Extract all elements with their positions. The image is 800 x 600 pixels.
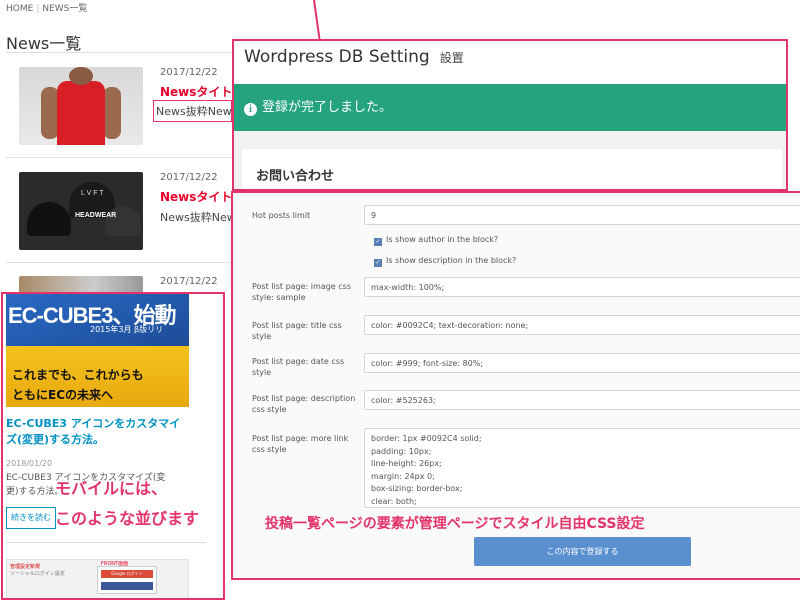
news-list-item[interactable]: 2017/12/22 Newsタイトル News抜粋News <box>0 67 232 162</box>
settings-form: Hot posts limit 9 ✓ Is show author in the… <box>231 191 800 580</box>
mobile-article-date: 2018/01/20 <box>6 459 53 468</box>
show-author-checkbox[interactable]: ✓ Is show author in the block? <box>374 235 498 246</box>
news-date: 2017/12/22 <box>160 172 218 183</box>
banner-tagline: これまでも、これからも <box>12 368 144 382</box>
dialog-title-sub: 設置 <box>439 51 464 65</box>
page-title: News一覧 <box>6 34 82 53</box>
date-css-label: Post list page: date css style <box>252 357 345 377</box>
news-title-link[interactable]: Newsタイトル <box>160 188 232 205</box>
news-thumbnail[interactable] <box>19 67 143 145</box>
more-link-css-textarea[interactable]: border: 1px #0092C4 solid; padding: 10px… <box>364 428 800 508</box>
banner-tagline: ともにECの未来へ <box>12 388 114 402</box>
news-thumbnail[interactable]: L V F T HEADWEAR <box>19 172 143 250</box>
plugin-settings-header: Wordpress DB Setting 設置 i 登録が完了しました。 お問い合わ… <box>232 39 788 191</box>
annotation-line: モバイルには、 <box>55 479 168 498</box>
mobile-article-thumbnail[interactable]: 管理設定新規 ソーシャルログイン設定 FRONT画面 Google ログイン <box>6 559 189 598</box>
news-date: 2017/12/22 <box>160 276 218 287</box>
more-link-css-label: Post list page: more link css style <box>252 434 349 454</box>
title-css-input[interactable]: color: #0092C4; text-decoration: none; <box>364 315 800 335</box>
info-icon: i <box>244 103 257 116</box>
news-excerpt: News抜粋News <box>160 211 232 224</box>
mobile-divider <box>6 542 206 543</box>
checkbox-label: Is show author in the block? <box>386 235 499 244</box>
callout-line <box>313 0 321 40</box>
image-css-label: Post list page: image css style: sample <box>252 282 351 302</box>
mobile-article-title[interactable]: EC-CUBE3 アイコンをカスタマイズ(変更)する方法。 <box>6 416 186 448</box>
news-excerpt: News抜粋News <box>153 100 232 122</box>
news-title-link[interactable]: Newsタイトル <box>160 83 232 100</box>
submit-button[interactable]: この内容で登録する <box>474 537 691 566</box>
form-annotation: 投稿一覧ページの要素が管理ページでスタイル自由CSS設定 <box>265 516 645 532</box>
eccube3-banner[interactable]: EC-CUBE3、始動 2015年3月 β版リリ これまでも、これからも ともに… <box>6 294 189 407</box>
textarea-line: padding: 10px; <box>371 446 432 456</box>
dialog-title: Wordpress DB Setting 設置 <box>244 47 464 67</box>
textarea-line: line-height: 26px; <box>371 459 442 468</box>
breadcrumb-home-link[interactable]: HOME <box>6 4 33 14</box>
mobile-annotation: モバイルには、 このような並びます <box>55 474 199 534</box>
title-divider <box>6 52 232 53</box>
image-css-input[interactable]: max-width: 100%; <box>364 277 800 297</box>
list-divider <box>6 157 232 158</box>
news-list-item[interactable]: L V F THEADWEAR 2017/12/22 Newsタイトル News… <box>0 172 232 267</box>
mobile-preview-panel: EC-CUBE3、始動 2015年3月 β版リリ これまでも、これからも ともに… <box>1 292 225 600</box>
show-description-checkbox[interactable]: ✓ Is show description in the block? <box>374 256 516 267</box>
thumb-front-label: FRONT画面 <box>101 561 129 567</box>
date-css-input[interactable]: color: #999; font-size: 80%; <box>364 353 800 373</box>
title-css-label: Post list page: title css style <box>252 321 342 341</box>
success-message: 登録が完了しました。 <box>262 100 393 115</box>
read-more-button[interactable]: 続きを読む <box>6 507 56 529</box>
thumb-caption: ソーシャルログイン設定 <box>10 571 65 577</box>
banner-subline: 2015年3月 β版リリ <box>90 325 164 334</box>
list-divider <box>6 262 232 263</box>
textarea-line: clear: both; <box>371 496 417 506</box>
checkbox-label: Is show description in the block? <box>386 256 517 265</box>
description-css-label: Post list page: description css style <box>252 394 356 414</box>
hot-posts-input[interactable]: 9 <box>364 205 800 225</box>
thumb-google-button: Google ログイン <box>101 570 153 578</box>
textarea-line: box-sizing: border-box; <box>371 484 463 493</box>
description-css-input[interactable]: color: #525263; <box>364 390 800 410</box>
thumb-facebook-button <box>101 582 153 590</box>
textarea-line: margin: 24px 0; <box>371 471 435 481</box>
breadcrumb-current: NEWS一覧 <box>42 4 88 14</box>
thumb-caption: 管理設定新規 <box>10 564 41 570</box>
section-title: お問い合わせ <box>256 169 335 184</box>
textarea-line: border: 1px #0092C4 solid; <box>371 434 482 443</box>
hot-posts-label: Hot posts limit <box>252 211 311 220</box>
breadcrumb: HOME | NEWS一覧 <box>6 4 88 14</box>
success-alert: i 登録が完了しました。 <box>234 84 786 131</box>
dialog-title-text: Wordpress DB Setting <box>244 47 430 67</box>
checkbox-checked-icon[interactable]: ✓ <box>374 259 382 267</box>
annotation-line: このような並びます <box>55 509 200 528</box>
checkbox-checked-icon[interactable]: ✓ <box>374 238 382 246</box>
news-date: 2017/12/22 <box>160 67 218 78</box>
